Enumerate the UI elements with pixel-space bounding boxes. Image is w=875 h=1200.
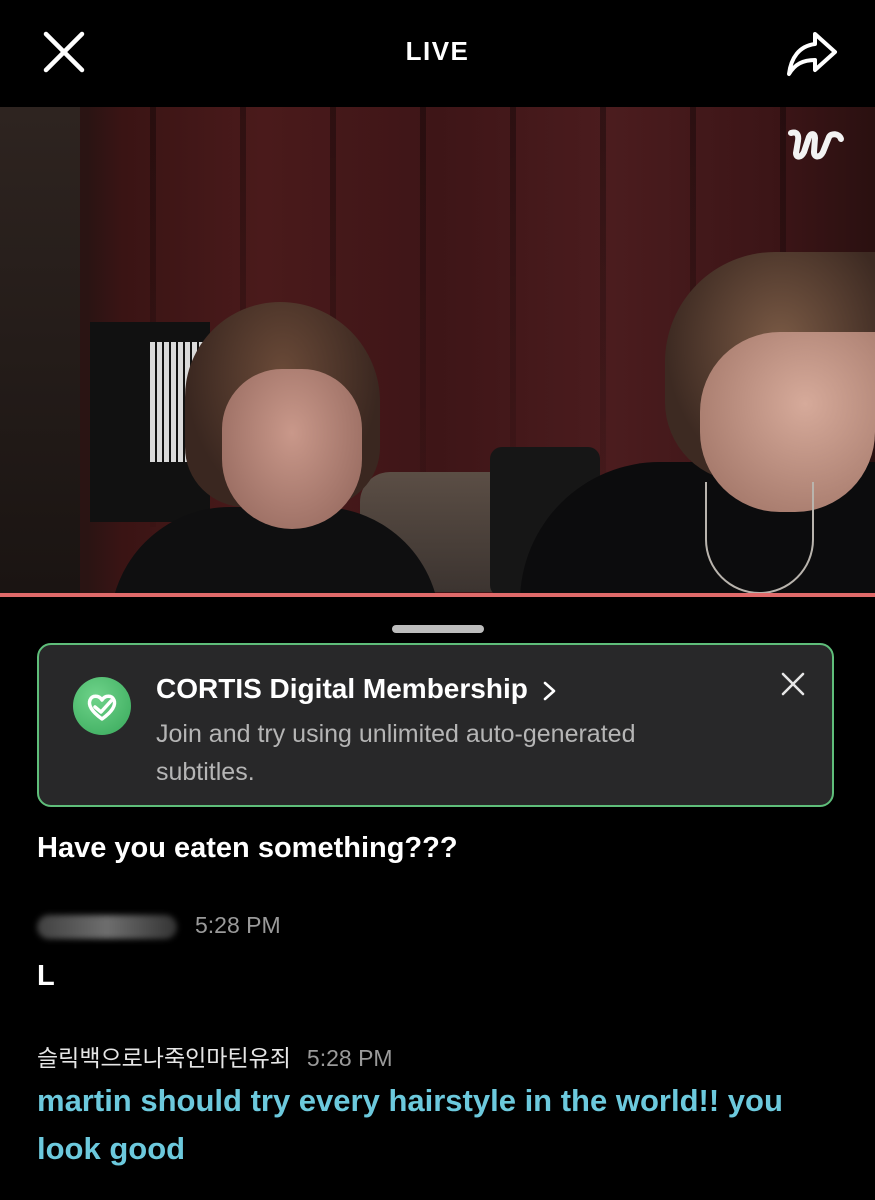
chevron-right-icon bbox=[543, 681, 555, 700]
share-icon bbox=[787, 32, 837, 76]
page-title: LIVE bbox=[405, 36, 470, 66]
membership-banner[interactable]: CORTIS Digital Membership Join and try u… bbox=[37, 643, 834, 807]
message-time: 5:28 PM bbox=[306, 1045, 393, 1071]
share-button[interactable] bbox=[785, 28, 839, 78]
live-video[interactable] bbox=[0, 107, 875, 595]
chat-username[interactable]: 슬릭백으로나죽인마틴유죄 bbox=[37, 1045, 291, 1071]
membership-title[interactable]: CORTIS Digital Membership bbox=[156, 673, 558, 705]
banner-close-button[interactable] bbox=[780, 671, 806, 697]
message-time: 5:28 PM bbox=[195, 912, 281, 938]
weverse-logo-icon bbox=[788, 129, 844, 160]
chat-message-meta: 슬릭백으로나죽인마틴유죄 5:28 PM bbox=[37, 1039, 393, 1073]
chat-message-text: Have you eaten something??? bbox=[37, 832, 458, 864]
live-progress-bar bbox=[0, 593, 875, 597]
sheet-drag-handle[interactable] bbox=[392, 625, 484, 633]
blurred-username bbox=[37, 914, 177, 939]
chat-message-text: L bbox=[37, 960, 55, 992]
chat-message-text: martin should try every hairstyle in the… bbox=[37, 1083, 783, 1166]
chat-message-meta: 5:28 PM bbox=[37, 912, 281, 939]
top-bar: LIVE bbox=[0, 0, 875, 105]
membership-description: Join and try using unlimited auto-genera… bbox=[156, 720, 636, 786]
video-wall bbox=[0, 107, 80, 595]
close-icon bbox=[781, 672, 805, 696]
heart-check-icon bbox=[73, 677, 131, 735]
